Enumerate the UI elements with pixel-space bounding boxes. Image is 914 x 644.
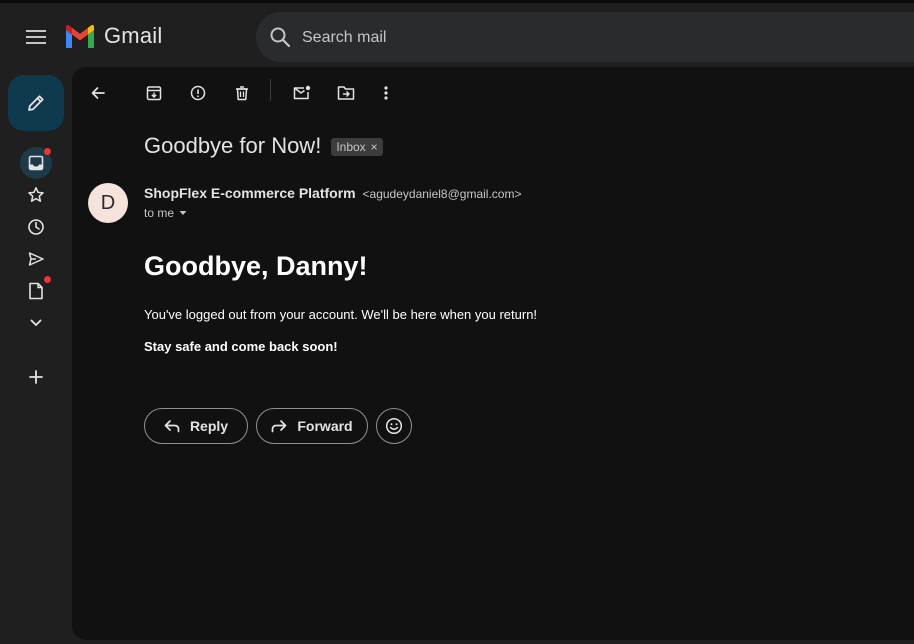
nav-sent[interactable]	[20, 243, 52, 275]
left-navigation-rail	[0, 67, 72, 644]
move-to-icon	[337, 86, 355, 100]
back-button[interactable]	[84, 79, 112, 107]
top-header: Gmail	[0, 3, 914, 67]
nav-drafts[interactable]	[20, 275, 52, 307]
sender-line: ShopFlex E-commerce Platform <agudeydani…	[144, 185, 521, 201]
report-spam-button[interactable]	[184, 79, 212, 107]
email-body-paragraph: You've logged out from your account. We'…	[144, 307, 538, 322]
app-name: Gmail	[104, 23, 163, 48]
delete-button[interactable]	[228, 79, 256, 107]
smiley-icon	[385, 417, 403, 435]
pencil-icon	[28, 95, 44, 111]
delete-icon	[236, 86, 248, 101]
caret-down-icon[interactable]	[178, 208, 188, 218]
archive-button[interactable]	[140, 79, 168, 107]
star-icon	[28, 187, 44, 202]
nav-create-label[interactable]	[20, 361, 52, 393]
search-input[interactable]	[300, 12, 904, 64]
unread-badge	[44, 148, 51, 155]
drafts-badge	[44, 276, 51, 283]
emoji-reaction-button[interactable]	[376, 408, 412, 444]
reply-icon	[164, 420, 180, 433]
chevron-down-icon	[30, 319, 42, 327]
clock-icon	[28, 219, 44, 235]
toolbar-divider	[270, 79, 271, 101]
nav-snoozed[interactable]	[20, 211, 52, 243]
archive-icon	[146, 86, 162, 101]
inbox-label-chip[interactable]: Inbox ×	[331, 138, 383, 156]
gmail-logo[interactable]: Gmail	[64, 23, 162, 49]
recipient-line: to me	[144, 206, 188, 220]
more-options-button[interactable]	[372, 79, 400, 107]
label-text: Inbox	[336, 140, 366, 154]
inbox-icon	[28, 155, 44, 171]
avatar[interactable]: D	[88, 183, 128, 223]
forward-button[interactable]: Forward	[256, 408, 368, 444]
email-body-heading: Goodbye, Danny!	[144, 251, 368, 281]
email-body-paragraph-bold: Stay safe and come back soon!	[144, 339, 338, 354]
nav-inbox[interactable]	[20, 147, 52, 179]
remove-label-icon[interactable]: ×	[371, 140, 378, 154]
reply-label: Reply	[189, 418, 229, 434]
recipient-text: to me	[144, 206, 175, 220]
forward-label: Forward	[297, 418, 353, 434]
search-bar	[256, 12, 914, 64]
back-arrow-icon	[91, 87, 105, 99]
hamburger-menu-icon	[26, 30, 46, 44]
gmail-m-icon	[66, 25, 94, 48]
forward-icon	[272, 420, 287, 433]
mark-unread-button[interactable]	[288, 79, 316, 107]
subject-line: Goodbye for Now! Inbox ×	[144, 133, 383, 159]
send-icon	[28, 252, 44, 266]
sender-name[interactable]: ShopFlex E-commerce Platform	[144, 185, 356, 201]
mark-unread-icon	[293, 85, 311, 100]
email-subject: Goodbye for Now!	[144, 133, 322, 158]
report-spam-icon	[190, 85, 206, 101]
draft-icon	[29, 282, 43, 300]
move-to-button[interactable]	[332, 79, 360, 107]
nav-more[interactable]	[20, 307, 52, 339]
reply-button[interactable]: Reply	[144, 408, 248, 444]
more-vert-icon	[384, 86, 388, 100]
plus-icon	[29, 370, 43, 384]
nav-starred[interactable]	[20, 179, 52, 211]
message-view: Goodbye for Now! Inbox × D ShopFlex E-co…	[72, 67, 914, 640]
sender-email: <agudeydaniel8@gmail.com>	[362, 187, 522, 201]
search-icon[interactable]	[268, 25, 292, 49]
compose-button[interactable]	[8, 75, 64, 131]
main-menu-button[interactable]	[16, 17, 56, 57]
